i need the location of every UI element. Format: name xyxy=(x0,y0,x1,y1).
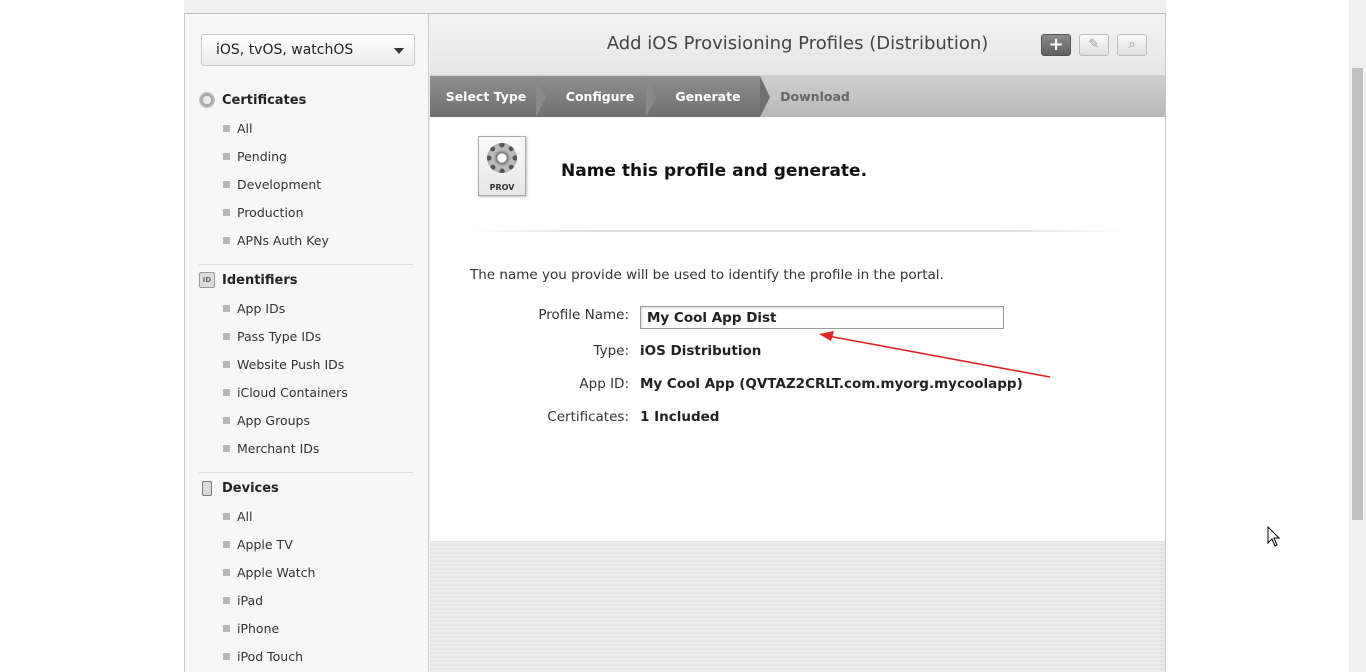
section-title: Certificates xyxy=(222,92,307,108)
bullet-icon xyxy=(223,332,230,340)
main-header: Add iOS Provisioning Profiles (Distribut… xyxy=(430,14,1165,76)
sidebar-item-devices-all[interactable]: All xyxy=(223,507,253,525)
section-title: Identifiers xyxy=(222,272,298,288)
step-download: Download xyxy=(780,89,850,104)
sidebar-item-pass-type-ids[interactable]: Pass Type IDs xyxy=(223,327,321,345)
bullet-icon xyxy=(223,388,230,396)
sidebar-item-label: Production xyxy=(237,204,304,220)
scrollbar-thumb[interactable] xyxy=(1352,68,1363,520)
sidebar-item-icloud-containers[interactable]: iCloud Containers xyxy=(223,383,348,401)
app-id-label: App ID: xyxy=(579,376,629,392)
sidebar-item-label: Website Push IDs xyxy=(237,356,345,372)
sidebar-item-ipad[interactable]: iPad xyxy=(223,591,263,609)
bullet-icon xyxy=(223,180,230,188)
sidebar-item-pending[interactable]: Pending xyxy=(223,147,287,165)
sidebar-item-label: All xyxy=(237,508,253,524)
section-divider xyxy=(199,472,413,473)
sidebar-item-label: Merchant IDs xyxy=(237,440,320,456)
sidebar-item-apns-auth-key[interactable]: APNs Auth Key xyxy=(223,231,329,249)
bullet-icon xyxy=(223,152,230,160)
sidebar-item-label: Pass Type IDs xyxy=(237,328,322,344)
bullet-icon xyxy=(223,540,230,548)
type-label: Type: xyxy=(593,343,629,359)
main-content: PROV Name this profile and generate. The… xyxy=(430,117,1165,541)
edit-button[interactable]: ✎ xyxy=(1079,34,1109,56)
sidebar-item-label: iPod Touch xyxy=(237,648,303,664)
app-id-value: My Cool App (QVTAZ2CRLT.com.myorg.mycool… xyxy=(640,376,1023,392)
bullet-icon xyxy=(223,236,230,244)
sidebar-item-label: App IDs xyxy=(237,300,286,316)
certificates-label: Certificates: xyxy=(547,409,629,425)
bullet-icon xyxy=(223,304,230,312)
sidebar-item-app-groups[interactable]: App Groups xyxy=(223,411,310,429)
sidebar-item-app-ids[interactable]: App IDs xyxy=(223,299,285,317)
section-divider xyxy=(199,264,413,265)
sidebar-item-label: iPhone xyxy=(237,620,280,636)
content-footer xyxy=(430,541,1165,672)
sidebar-item-label: iPad xyxy=(237,592,264,608)
sidebar-item-label: Development xyxy=(237,176,322,192)
platform-select-label: iOS, tvOS, watchOS xyxy=(216,42,354,58)
section-title: Devices xyxy=(222,480,279,496)
sidebar-item-iphone[interactable]: iPhone xyxy=(223,619,279,637)
section-identifiers: ID Identifiers xyxy=(199,270,298,290)
profile-name-input[interactable] xyxy=(640,306,1004,329)
step-progress-bar: Select Type Configure Generate Download xyxy=(430,76,1165,117)
gear-icon xyxy=(487,143,517,173)
sidebar-item-website-push-ids[interactable]: Website Push IDs xyxy=(223,355,344,373)
intro-text: The name you provide will be used to ide… xyxy=(470,267,944,283)
sidebar-item-label: iCloud Containers xyxy=(237,384,348,400)
platform-select[interactable]: iOS, tvOS, watchOS xyxy=(201,34,415,66)
sidebar-item-label: All xyxy=(237,120,253,136)
bullet-icon xyxy=(223,624,230,632)
bullet-icon xyxy=(223,444,230,452)
certificate-icon xyxy=(199,92,215,108)
add-button[interactable]: + xyxy=(1041,34,1071,56)
sidebar-item-label: App Groups xyxy=(237,412,310,428)
sidebar-item-development[interactable]: Development xyxy=(223,175,321,193)
step-generate: Generate xyxy=(675,89,741,104)
step-active-chevron xyxy=(760,76,770,117)
step-separator xyxy=(646,76,656,117)
sidebar-item-label: APNs Auth Key xyxy=(237,232,329,248)
top-strip xyxy=(184,0,1166,14)
sidebar-item-apple-watch[interactable]: Apple Watch xyxy=(223,563,315,581)
bullet-icon xyxy=(223,652,230,660)
step-separator xyxy=(536,76,546,117)
search-button[interactable]: ⌕ xyxy=(1117,34,1147,56)
prov-icon-label: PROV xyxy=(489,183,515,192)
bullet-icon xyxy=(223,360,230,368)
sidebar-item-apple-tv[interactable]: Apple TV xyxy=(223,535,293,553)
certificates-value: 1 Included xyxy=(640,409,720,425)
sidebar-item-ipod-touch[interactable]: iPod Touch xyxy=(223,647,303,665)
sidebar: iOS, tvOS, watchOS Certificates All Pend… xyxy=(185,14,429,672)
section-certificates: Certificates xyxy=(199,90,306,110)
sidebar-item-merchant-ids[interactable]: Merchant IDs xyxy=(223,439,319,457)
type-value: iOS Distribution xyxy=(640,343,762,359)
id-icon: ID xyxy=(199,272,215,288)
bullet-icon xyxy=(223,208,230,216)
sidebar-item-label: Apple TV xyxy=(237,536,293,552)
scrollbar[interactable] xyxy=(1349,0,1366,672)
section-devices: Devices xyxy=(199,478,279,498)
device-icon xyxy=(202,480,212,496)
divider xyxy=(470,230,1125,232)
profile-name-label: Profile Name: xyxy=(538,307,629,323)
step-configure: Configure xyxy=(565,89,635,104)
chevron-down-icon xyxy=(394,48,404,54)
bullet-icon xyxy=(223,568,230,576)
provisioning-profile-icon: PROV xyxy=(478,136,526,196)
sidebar-item-production[interactable]: Production xyxy=(223,203,304,221)
mouse-cursor-icon xyxy=(1267,526,1281,547)
sidebar-item-label: Apple Watch xyxy=(237,564,316,580)
bullet-icon xyxy=(223,124,230,132)
content-headline: Name this profile and generate. xyxy=(561,161,868,181)
step-select-type: Select Type xyxy=(445,89,527,104)
sidebar-item-certificates-all[interactable]: All xyxy=(223,119,253,137)
sidebar-item-label: Pending xyxy=(237,148,287,164)
bullet-icon xyxy=(223,416,230,424)
bullet-icon xyxy=(223,596,230,604)
bullet-icon xyxy=(223,512,230,520)
